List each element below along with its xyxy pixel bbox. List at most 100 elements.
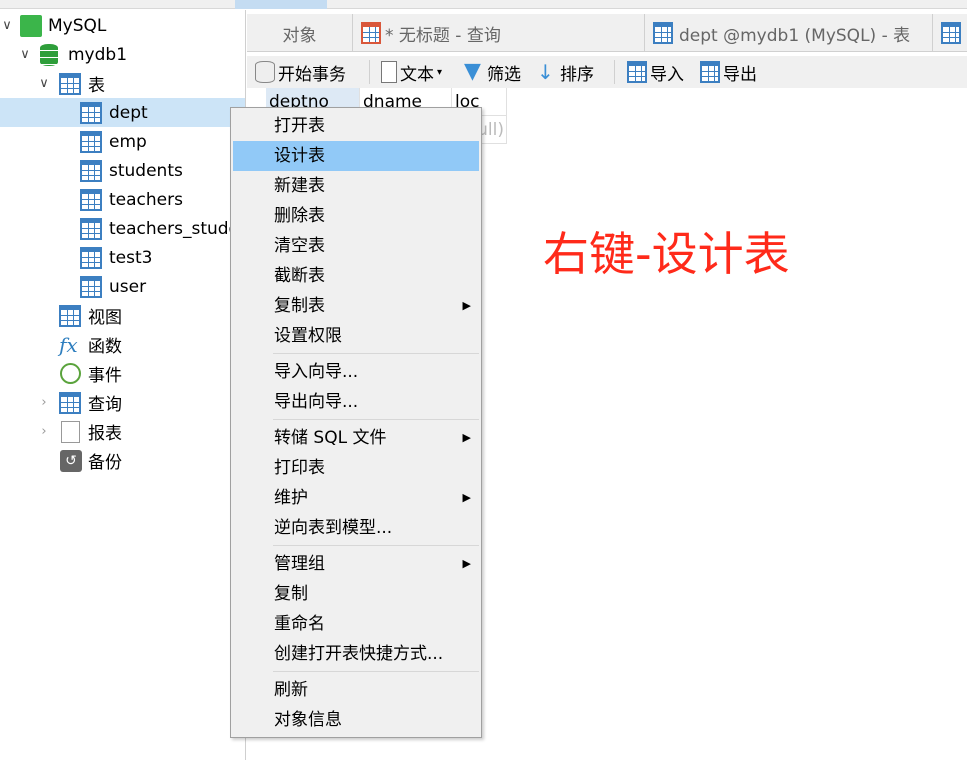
context-menu-item[interactable]: 重命名: [233, 609, 479, 639]
menu-item-label: 管理组: [274, 554, 325, 574]
views-label: 视图: [88, 308, 122, 328]
events-label: 事件: [88, 366, 122, 386]
chevron-right-icon[interactable]: ›: [37, 424, 51, 439]
clock-icon: [60, 363, 81, 384]
backup-icon: ↺: [60, 449, 82, 472]
tab-more[interactable]: [933, 14, 967, 52]
context-menu-item[interactable]: 复制: [233, 579, 479, 609]
context-menu-item[interactable]: 对象信息: [233, 705, 479, 735]
tree-item-reports[interactable]: › 报表: [0, 417, 245, 446]
menu-item-label: 导入向导...: [274, 362, 359, 382]
button-label: 开始事务: [278, 64, 346, 85]
submenu-arrow-icon: ▶: [462, 557, 471, 570]
table-icon: [59, 72, 81, 95]
begin-transaction-button[interactable]: 开始事务: [255, 57, 346, 87]
tree-item-table[interactable]: user: [0, 272, 245, 301]
menu-item-label: 复制表: [274, 296, 325, 316]
context-menu-item[interactable]: 逆向表到模型...: [233, 513, 479, 543]
table-icon: [80, 275, 102, 298]
chevron-right-icon[interactable]: ›: [37, 395, 51, 410]
context-menu-item[interactable]: 导入向导...: [233, 357, 479, 387]
tree-item-table[interactable]: emp: [0, 127, 245, 156]
tree-item-database[interactable]: ∨ mydb1: [0, 40, 245, 69]
tree-item-events[interactable]: 事件: [0, 359, 245, 388]
button-label: 筛选: [487, 64, 521, 85]
menu-item-label: 新建表: [274, 176, 325, 196]
menu-item-label: 设置权限: [274, 326, 342, 346]
context-menu-item[interactable]: 设计表: [233, 141, 479, 171]
navigation-tree: ∨ MySQL ∨ mydb1 ∨ 表 dept emp students te…: [0, 10, 246, 760]
tree-item-functions[interactable]: fx 函数: [0, 330, 245, 359]
table-icon: [80, 246, 102, 269]
chevron-down-icon[interactable]: ∨: [37, 76, 51, 91]
context-menu-item[interactable]: 打开表: [233, 111, 479, 141]
button-label: 文本: [400, 64, 434, 85]
import-icon: [627, 61, 647, 83]
context-menu-item[interactable]: 删除表: [233, 201, 479, 231]
dropdown-arrow-icon: ▾: [437, 66, 443, 78]
queries-label: 查询: [88, 395, 122, 415]
menu-item-label: 刷新: [274, 680, 308, 700]
table-label: dept: [109, 102, 148, 123]
button-label: 导入: [650, 64, 684, 85]
context-menu-item[interactable]: 转储 SQL 文件 ▶: [233, 423, 479, 453]
active-toolbar-button[interactable]: [235, 0, 327, 9]
filter-button[interactable]: ▼ 筛选: [464, 57, 521, 87]
context-menu-item[interactable]: 维护 ▶: [233, 483, 479, 513]
context-menu-item[interactable]: 管理组 ▶: [233, 549, 479, 579]
sort-icon: ↓: [537, 60, 554, 84]
context-menu-item[interactable]: 创建打开表快捷方式...: [233, 639, 479, 669]
context-menu-item[interactable]: 刷新: [233, 675, 479, 705]
backups-label: 备份: [88, 453, 122, 473]
tree-item-connection[interactable]: ∨ MySQL: [0, 11, 245, 40]
table-icon: [80, 188, 102, 211]
export-button[interactable]: 导出: [700, 57, 757, 87]
menu-item-label: 设计表: [274, 146, 325, 166]
tree-item-table[interactable]: students: [0, 156, 245, 185]
tree-item-table[interactable]: teachers_stude: [0, 214, 245, 243]
tab-bar: 对象 * 无标题 - 查询 dept @mydb1 (MySQL) - 表: [247, 14, 967, 52]
table-label: teachers: [109, 189, 183, 210]
table-label: test3: [109, 247, 153, 268]
report-icon: [61, 420, 80, 443]
text-button[interactable]: 文本 ▾: [381, 57, 442, 87]
reports-label: 报表: [88, 424, 122, 444]
tree-item-table[interactable]: dept: [0, 98, 245, 127]
menu-item-label: 重命名: [274, 614, 325, 634]
chevron-down-icon[interactable]: ∨: [0, 18, 14, 33]
tab-objects[interactable]: 对象: [247, 14, 353, 52]
function-icon: fx: [59, 332, 78, 357]
context-menu-item[interactable]: 复制表 ▶: [233, 291, 479, 321]
tree-item-backups[interactable]: ↺ 备份: [0, 446, 245, 475]
context-menu-item[interactable]: 新建表: [233, 171, 479, 201]
menu-item-label: 创建打开表快捷方式...: [274, 644, 444, 664]
tree-item-tables[interactable]: ∨ 表: [0, 69, 245, 98]
tree-item-table[interactable]: test3: [0, 243, 245, 272]
context-menu-item[interactable]: 清空表: [233, 231, 479, 261]
import-button[interactable]: 导入: [627, 57, 684, 87]
document-icon: [381, 61, 397, 83]
context-menu-item[interactable]: 设置权限: [233, 321, 479, 351]
menu-separator: [273, 419, 479, 420]
menu-item-label: 清空表: [274, 236, 325, 256]
context-menu-item[interactable]: 打印表: [233, 453, 479, 483]
menu-separator: [273, 353, 479, 354]
menu-item-label: 打开表: [274, 116, 325, 136]
context-menu-item[interactable]: 截断表: [233, 261, 479, 291]
tree-item-table[interactable]: teachers: [0, 185, 245, 214]
tree-item-views[interactable]: 视图: [0, 301, 245, 330]
functions-label: 函数: [88, 337, 122, 357]
menu-item-label: 转储 SQL 文件: [274, 428, 387, 448]
menu-item-label: 逆向表到模型...: [274, 518, 393, 538]
tab-table[interactable]: dept @mydb1 (MySQL) - 表: [645, 14, 933, 52]
context-menu-item[interactable]: 导出向导...: [233, 387, 479, 417]
submenu-arrow-icon: ▶: [462, 491, 471, 504]
chevron-down-icon[interactable]: ∨: [18, 47, 32, 62]
tab-query[interactable]: * 无标题 - 查询: [353, 14, 645, 52]
tab-label: 对象: [282, 25, 317, 46]
table-icon: [80, 101, 102, 124]
export-icon: [700, 61, 720, 83]
table-label: students: [109, 160, 183, 181]
sort-button[interactable]: ↓ 排序: [537, 57, 594, 87]
tree-item-queries[interactable]: › 查询: [0, 388, 245, 417]
